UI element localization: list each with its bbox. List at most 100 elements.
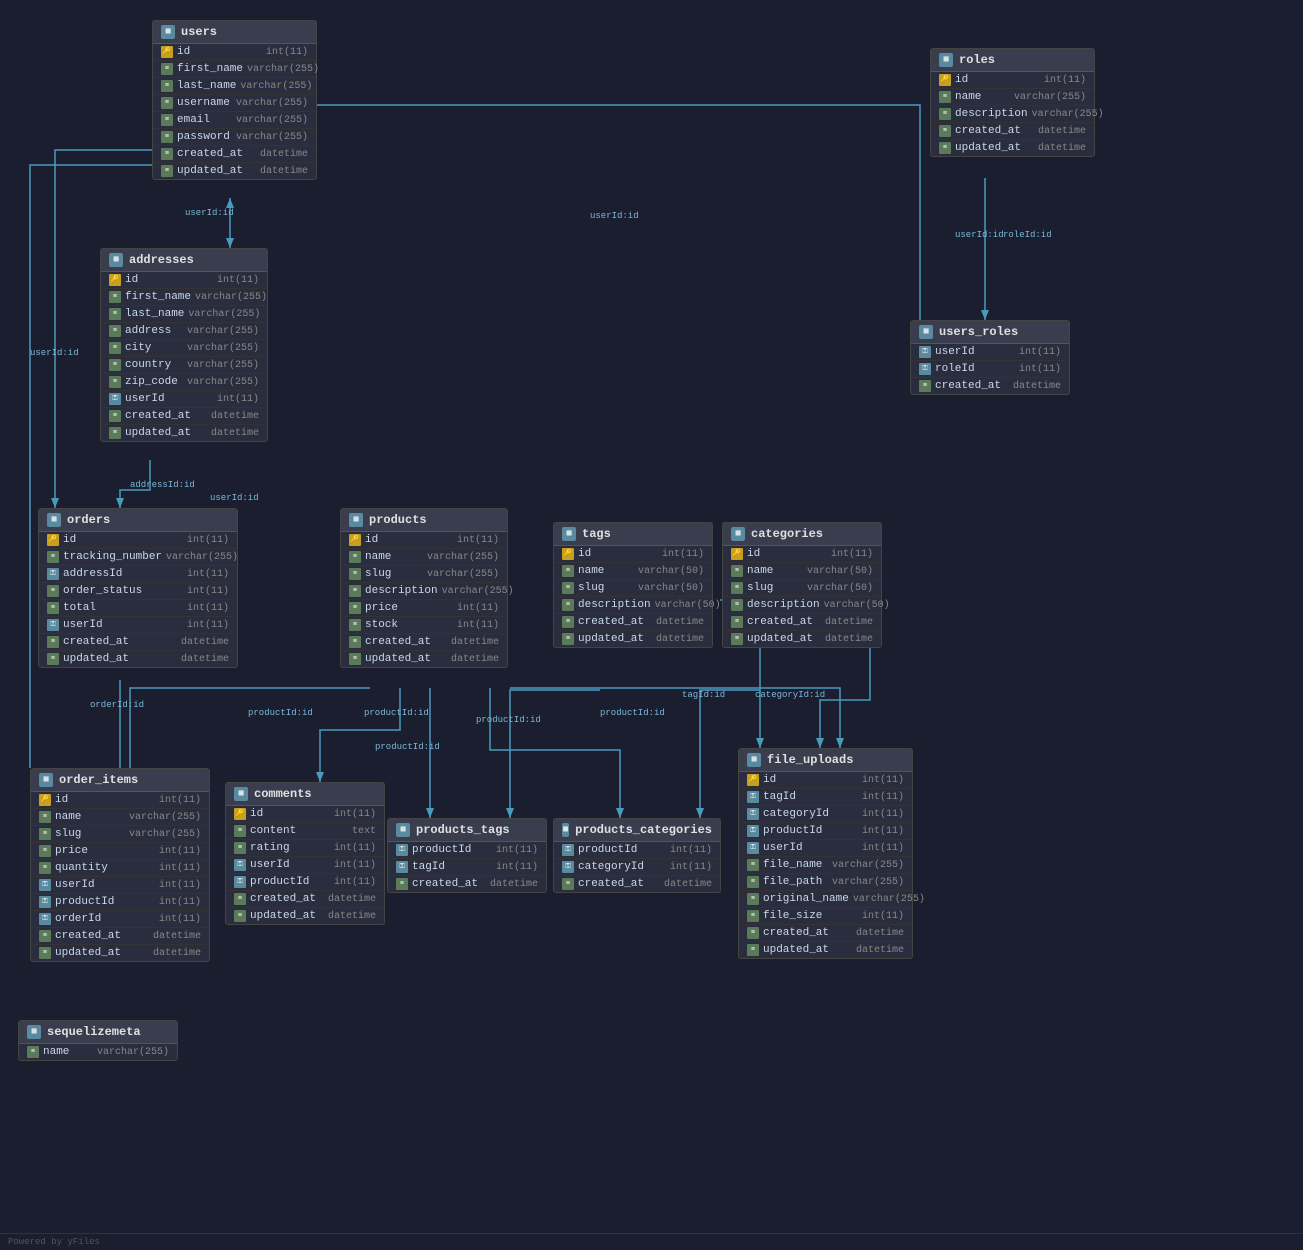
field-icon: ≡ (109, 325, 121, 337)
table-row: ≡last_namevarchar(255) (101, 306, 267, 323)
field-icon: ≡ (109, 427, 121, 439)
table-users[interactable]: ▦ users 🔑idint(11) ≡first_namevarchar(25… (152, 20, 317, 180)
table-roles[interactable]: ▦ roles 🔑idint(11) ≡namevarchar(255) ≡de… (930, 48, 1095, 157)
table-sequelizemeta[interactable]: ▦ sequelizemeta ≡namevarchar(255) (18, 1020, 178, 1061)
table-row: ≡emailvarchar(255) (153, 112, 316, 129)
table-row: ≡priceint(11) (31, 843, 209, 860)
table-row: ≡updated_atdatetime (226, 908, 384, 924)
fk-icon: ⚿ (109, 393, 121, 405)
field-icon: ≡ (349, 636, 361, 648)
field-icon: ≡ (109, 308, 121, 320)
table-tags-header: ▦ tags (554, 523, 712, 546)
table-row: ≡contenttext (226, 823, 384, 840)
field-icon: ≡ (349, 602, 361, 614)
table-row: ⚿productIdint(11) (388, 842, 546, 859)
table-icon: ▦ (939, 53, 953, 67)
pk-icon: 🔑 (747, 774, 759, 786)
fk-icon: ⚿ (562, 861, 574, 873)
table-icon: ▦ (161, 25, 175, 39)
table-row: ≡order_statusint(11) (39, 583, 237, 600)
table-users-roles-label: users_roles (939, 325, 1018, 339)
table-row: ⚿userIdint(11) (101, 391, 267, 408)
table-row: ≡slugvarchar(50) (554, 580, 712, 597)
field-icon: ≡ (39, 845, 51, 857)
field-icon: ≡ (47, 585, 59, 597)
table-row: 🔑idint(11) (931, 72, 1094, 89)
table-row: ⚿userIdint(11) (739, 840, 912, 857)
field-icon: ≡ (747, 859, 759, 871)
table-row: ≡created_atdatetime (153, 146, 316, 163)
table-row: ⚿userIdint(11) (31, 877, 209, 894)
table-row: ≡created_atdatetime (931, 123, 1094, 140)
table-sequelizemeta-label: sequelizemeta (47, 1025, 141, 1039)
table-row: ≡countryvarchar(255) (101, 357, 267, 374)
table-row: ≡usernamevarchar(255) (153, 95, 316, 112)
table-row: ⚿userIdint(11) (226, 857, 384, 874)
svg-text:productId:id: productId:id (600, 708, 665, 718)
field-icon: ≡ (747, 910, 759, 922)
table-products-categories[interactable]: ▦ products_categories ⚿productIdint(11) … (553, 818, 721, 893)
table-row: ≡descriptionvarchar(50) (723, 597, 881, 614)
db-canvas: userId:id userId:id userId:id addressId:… (0, 0, 1303, 1250)
fk-icon: ⚿ (747, 808, 759, 820)
table-categories[interactable]: ▦ categories 🔑idint(11) ≡namevarchar(50)… (722, 522, 882, 648)
table-row: ≡updated_atdatetime (153, 163, 316, 179)
table-row: ≡created_atdatetime (226, 891, 384, 908)
powered-by-text: Powered by yFiles (8, 1237, 100, 1247)
table-comments[interactable]: ▦ comments 🔑idint(11) ≡contenttext ≡rati… (225, 782, 385, 925)
field-icon: ≡ (39, 828, 51, 840)
table-row: ⚿roleIdint(11) (911, 361, 1069, 378)
field-icon: ≡ (919, 380, 931, 392)
svg-text:roleId:id: roleId:id (1003, 230, 1052, 240)
table-comments-label: comments (254, 787, 312, 801)
field-icon: ≡ (731, 582, 743, 594)
table-icon: ▦ (562, 527, 576, 541)
svg-text:addressId:id: addressId:id (130, 480, 195, 490)
table-row: ≡slugvarchar(255) (31, 826, 209, 843)
field-icon: ≡ (562, 565, 574, 577)
field-icon: ≡ (47, 602, 59, 614)
table-icon: ▦ (919, 325, 933, 339)
table-row: ≡updated_atdatetime (739, 942, 912, 958)
table-row: ≡created_atdatetime (554, 876, 720, 892)
table-row: ≡file_namevarchar(255) (739, 857, 912, 874)
table-row: 🔑idint(11) (31, 792, 209, 809)
pk-icon: 🔑 (731, 548, 743, 560)
table-file-uploads[interactable]: ▦ file_uploads 🔑idint(11) ⚿tagIdint(11) … (738, 748, 913, 959)
table-users-roles[interactable]: ▦ users_roles ⚿userIdint(11) ⚿roleIdint(… (910, 320, 1070, 395)
table-row: ≡first_namevarchar(255) (153, 61, 316, 78)
table-row: ≡descriptionvarchar(50) (554, 597, 712, 614)
fk-icon: ⚿ (39, 913, 51, 925)
table-roles-label: roles (959, 53, 995, 67)
table-row: ≡passwordvarchar(255) (153, 129, 316, 146)
field-icon: ≡ (39, 811, 51, 823)
table-icon: ▦ (747, 753, 761, 767)
field-icon: ≡ (747, 944, 759, 956)
table-tags[interactable]: ▦ tags 🔑idint(11) ≡namevarchar(50) ≡slug… (553, 522, 713, 648)
table-row: ≡stockint(11) (341, 617, 507, 634)
field-icon: ≡ (39, 947, 51, 959)
field-icon: ≡ (47, 551, 59, 563)
table-row: ≡created_atdatetime (388, 876, 546, 892)
table-orders-label: orders (67, 513, 110, 527)
table-orders[interactable]: ▦ orders 🔑idint(11) ≡tracking_numbervarc… (38, 508, 238, 668)
table-addresses[interactable]: ▦ addresses 🔑idint(11) ≡first_namevarcha… (100, 248, 268, 442)
table-row: ≡ratingint(11) (226, 840, 384, 857)
table-products[interactable]: ▦ products 🔑idint(11) ≡namevarchar(255) … (340, 508, 508, 668)
field-icon: ≡ (161, 97, 173, 109)
table-row: ≡tracking_numbervarchar(255) (39, 549, 237, 566)
table-icon: ▦ (234, 787, 248, 801)
fk-icon: ⚿ (234, 876, 246, 888)
pk-icon: 🔑 (39, 794, 51, 806)
fk-icon: ⚿ (747, 842, 759, 854)
table-row: ≡descriptionvarchar(255) (341, 583, 507, 600)
table-order-items[interactable]: ▦ order_items 🔑idint(11) ≡namevarchar(25… (30, 768, 210, 962)
table-products-tags[interactable]: ▦ products_tags ⚿productIdint(11) ⚿tagId… (387, 818, 547, 893)
table-row: 🔑idint(11) (723, 546, 881, 563)
table-row: ≡created_atdatetime (31, 928, 209, 945)
table-row: ≡updated_atdatetime (723, 631, 881, 647)
field-icon: ≡ (234, 910, 246, 922)
table-icon: ▦ (349, 513, 363, 527)
field-icon: ≡ (396, 878, 408, 890)
table-row: ≡namevarchar(50) (723, 563, 881, 580)
